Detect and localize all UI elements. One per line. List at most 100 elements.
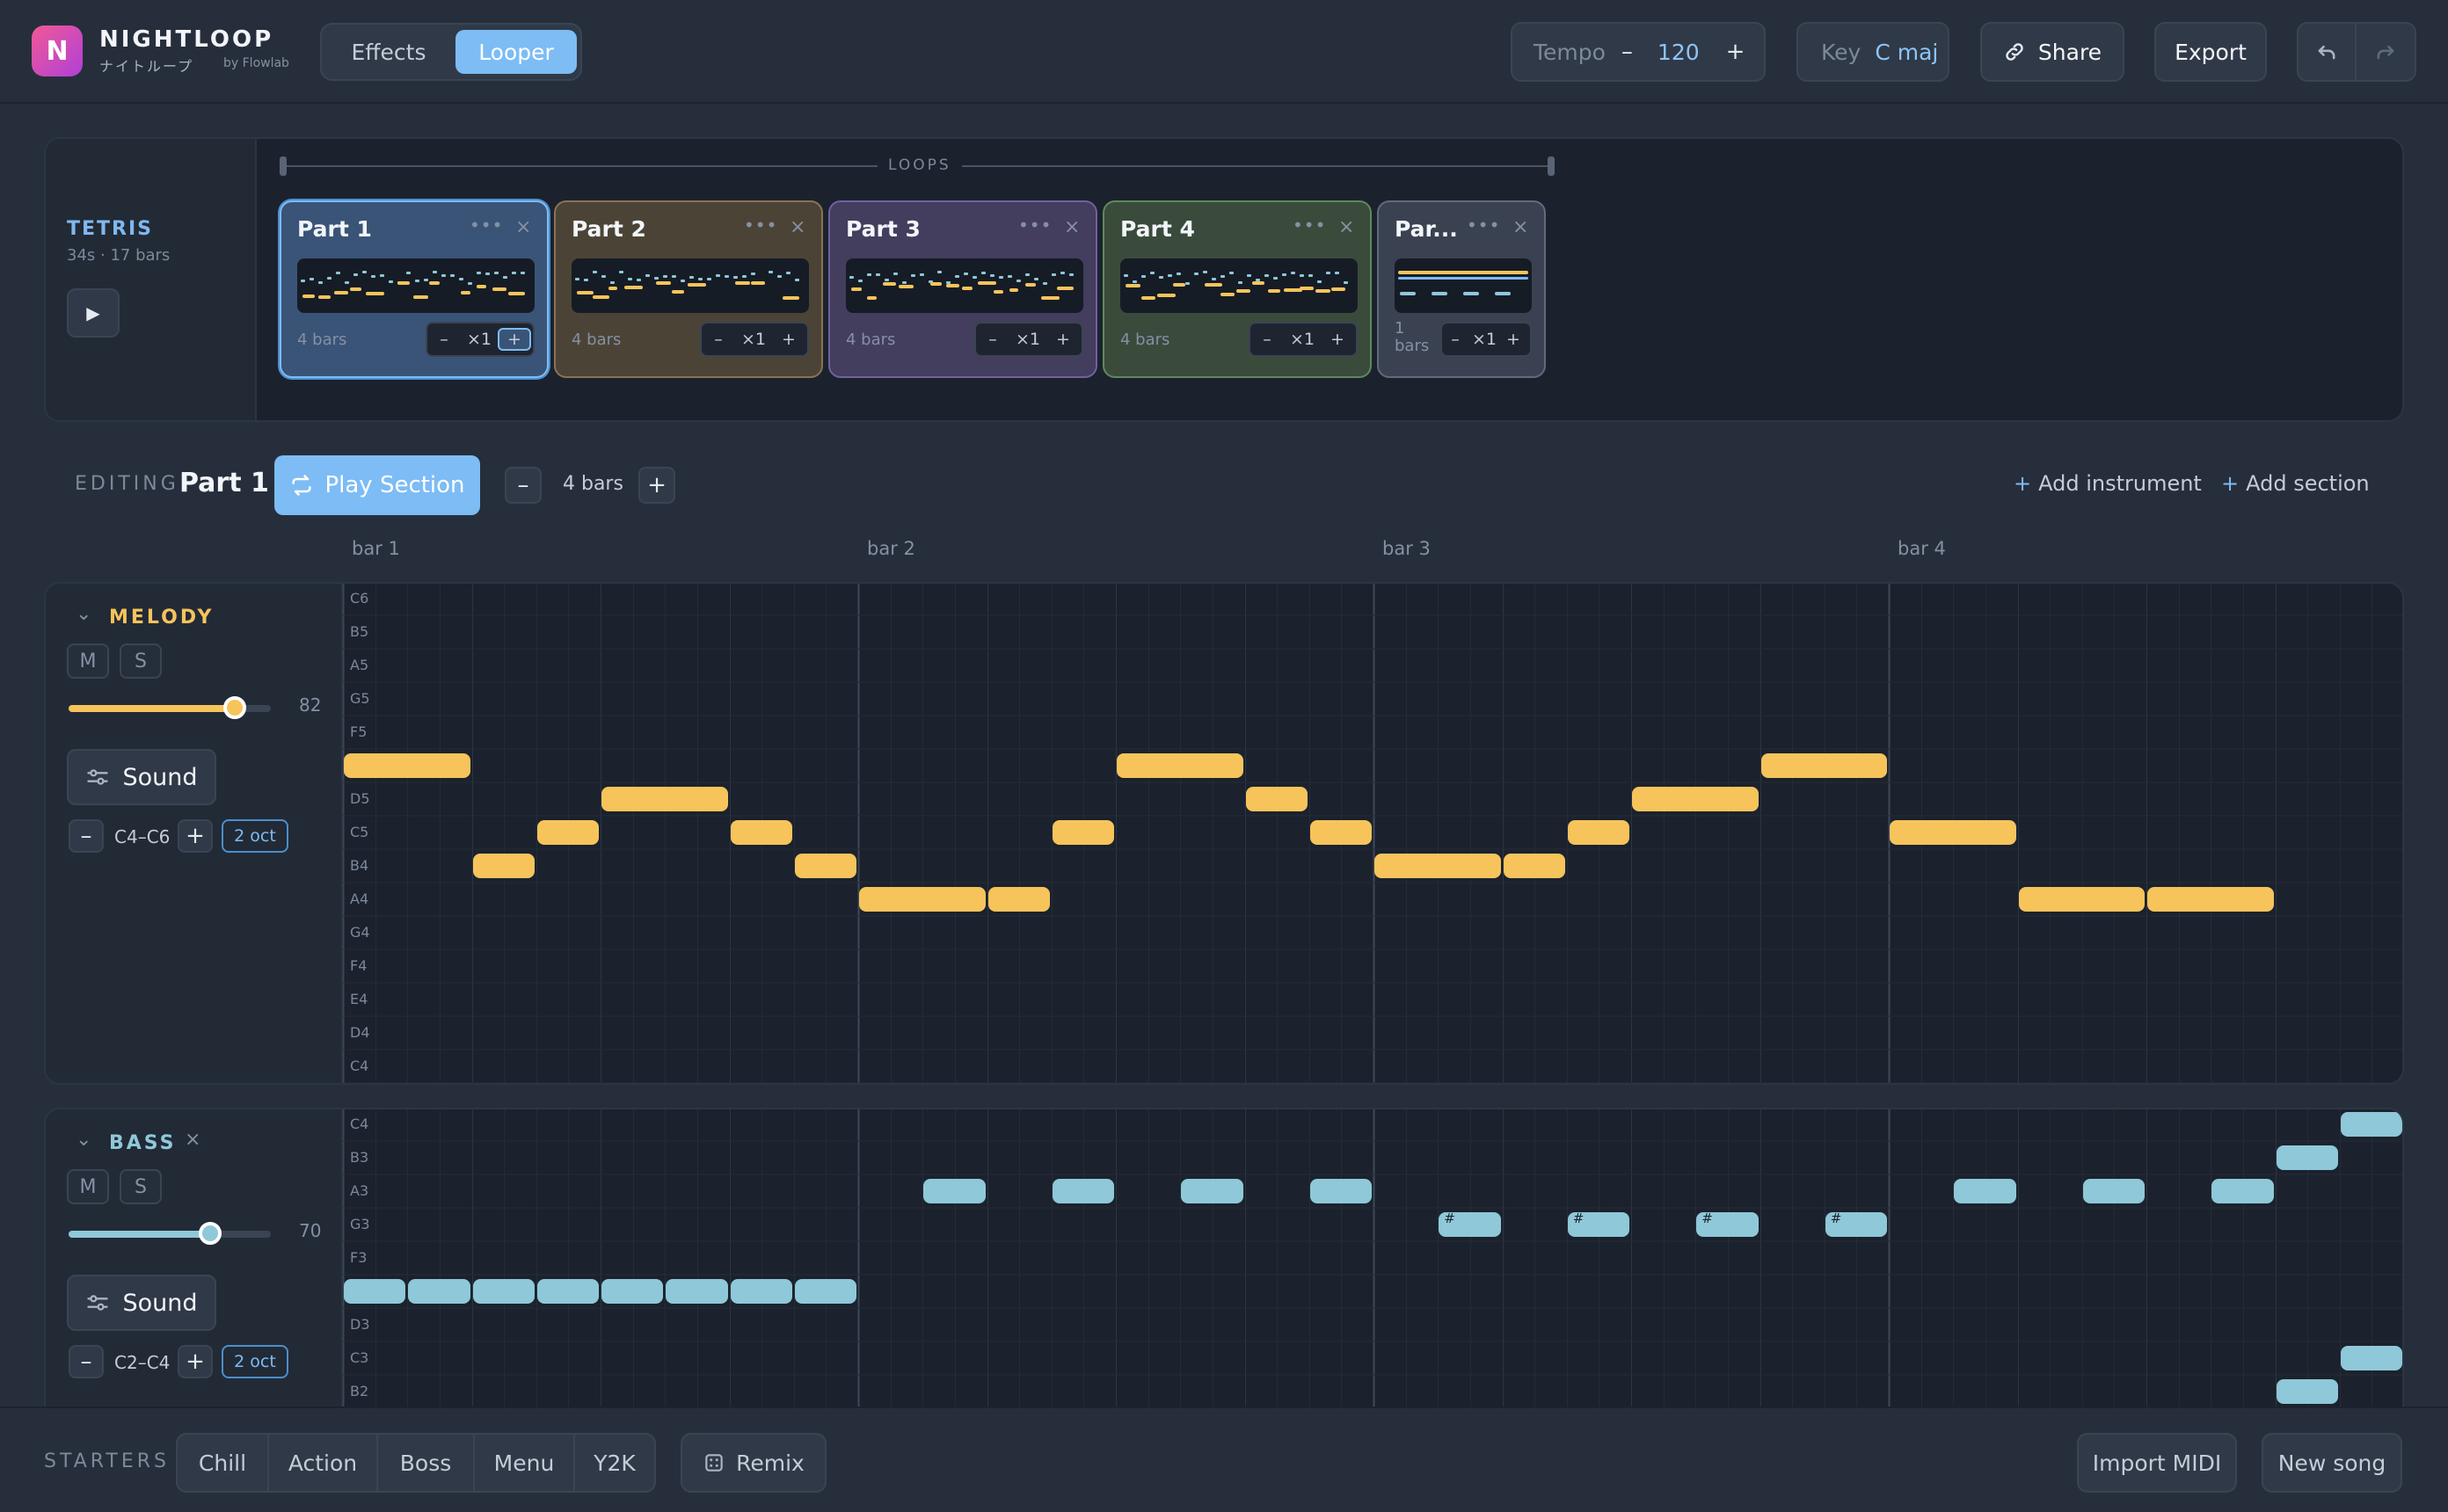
tempo-value[interactable]: 120 bbox=[1658, 40, 1700, 65]
note[interactable] bbox=[2018, 887, 2145, 912]
range-down-button[interactable]: – bbox=[69, 1345, 104, 1378]
sound-button[interactable]: Sound bbox=[67, 1275, 216, 1331]
chevron-down-icon[interactable]: ⌄ bbox=[76, 1129, 91, 1151]
note[interactable] bbox=[536, 820, 599, 845]
volume-knob[interactable] bbox=[199, 1222, 222, 1245]
note[interactable]: # bbox=[1825, 1210, 1887, 1237]
note[interactable] bbox=[408, 1279, 470, 1304]
octave-badge[interactable]: 2 oct bbox=[222, 819, 288, 853]
tab-looper[interactable]: Looper bbox=[455, 30, 577, 74]
note[interactable] bbox=[730, 820, 792, 845]
note[interactable] bbox=[1954, 1179, 2016, 1203]
volume-slider[interactable] bbox=[69, 1222, 271, 1245]
sound-button[interactable]: Sound bbox=[67, 749, 216, 805]
more-icon[interactable]: ••• bbox=[470, 214, 503, 236]
starter-menu[interactable]: Menu bbox=[475, 1435, 575, 1491]
note[interactable]: # bbox=[1567, 1210, 1629, 1237]
note[interactable] bbox=[601, 1279, 664, 1304]
close-icon[interactable]: × bbox=[1338, 216, 1354, 238]
loop-part-card[interactable]: Part 3 ••• × 4 bars – ×1 + bbox=[828, 200, 1097, 378]
close-icon[interactable]: × bbox=[1064, 216, 1080, 238]
tempo-decrease-button[interactable]: – bbox=[1621, 39, 1633, 65]
note[interactable]: # bbox=[1696, 1210, 1759, 1237]
note[interactable] bbox=[1052, 820, 1114, 845]
key-selector[interactable]: Key C maj bbox=[1796, 22, 1949, 82]
repeat-increase-button[interactable]: + bbox=[1046, 330, 1080, 349]
starter-action[interactable]: Action bbox=[269, 1435, 378, 1491]
note[interactable] bbox=[2147, 887, 2274, 912]
starter-boss[interactable]: Boss bbox=[378, 1435, 475, 1491]
import-midi-button[interactable]: Import MIDI bbox=[2077, 1433, 2237, 1493]
note[interactable]: # bbox=[1439, 1210, 1501, 1237]
note[interactable] bbox=[794, 1279, 856, 1304]
close-icon[interactable]: × bbox=[1512, 216, 1528, 238]
mute-button[interactable]: M bbox=[67, 1169, 109, 1204]
note[interactable] bbox=[1309, 1179, 1372, 1203]
note[interactable] bbox=[344, 753, 470, 778]
starter-chill[interactable]: Chill bbox=[178, 1435, 269, 1491]
bars-increase-button[interactable]: + bbox=[638, 467, 675, 504]
repeat-decrease-button[interactable]: – bbox=[1442, 330, 1468, 349]
note[interactable] bbox=[2211, 1179, 2274, 1203]
note[interactable] bbox=[666, 1279, 728, 1304]
octave-badge[interactable]: 2 oct bbox=[222, 1345, 288, 1378]
piano-roll-melody[interactable]: C6B5A5G5F5E5D5C5B4A4G4F4E4D4C4 bbox=[343, 584, 2402, 1083]
solo-button[interactable]: S bbox=[120, 1169, 162, 1204]
redo-button[interactable] bbox=[2357, 24, 2415, 80]
export-button[interactable]: Export bbox=[2154, 22, 2267, 82]
remix-button[interactable]: Remix bbox=[681, 1433, 827, 1493]
more-icon[interactable]: ••• bbox=[744, 214, 777, 236]
repeat-decrease-button[interactable]: – bbox=[1250, 330, 1284, 349]
note[interactable] bbox=[1309, 820, 1372, 845]
tab-effects[interactable]: Effects bbox=[327, 30, 450, 74]
add-section-button[interactable]: + Add section bbox=[2221, 471, 2370, 496]
repeat-increase-button[interactable]: + bbox=[498, 328, 531, 351]
note[interactable] bbox=[2082, 1179, 2145, 1203]
note[interactable] bbox=[859, 887, 986, 912]
close-icon[interactable]: × bbox=[185, 1129, 200, 1151]
range-up-button[interactable]: + bbox=[178, 1345, 213, 1378]
loop-part-card[interactable]: Par... ••• × 1 bars – ×1 + bbox=[1377, 200, 1546, 378]
volume-slider[interactable] bbox=[69, 696, 271, 719]
note[interactable] bbox=[1245, 787, 1308, 811]
repeat-increase-button[interactable]: + bbox=[1500, 330, 1526, 349]
bars-decrease-button[interactable]: – bbox=[505, 467, 542, 504]
note[interactable] bbox=[601, 787, 728, 811]
loop-part-card[interactable]: Part 1 ••• × 4 bars – ×1 + bbox=[280, 200, 549, 378]
repeat-decrease-button[interactable]: – bbox=[427, 330, 461, 349]
repeat-decrease-button[interactable]: – bbox=[976, 330, 1009, 349]
note[interactable] bbox=[1890, 820, 2016, 845]
volume-knob[interactable] bbox=[222, 696, 246, 719]
note[interactable] bbox=[472, 1279, 535, 1304]
loop-part-card[interactable]: Part 2 ••• × 4 bars – ×1 + bbox=[554, 200, 823, 378]
more-icon[interactable]: ••• bbox=[1018, 214, 1052, 236]
tempo-increase-button[interactable]: + bbox=[1726, 39, 1745, 65]
note[interactable] bbox=[1117, 753, 1243, 778]
more-icon[interactable]: ••• bbox=[1293, 214, 1326, 236]
note[interactable] bbox=[2340, 1346, 2402, 1370]
add-instrument-button[interactable]: + Add instrument bbox=[2014, 471, 2202, 496]
note[interactable] bbox=[472, 854, 535, 878]
range-down-button[interactable]: – bbox=[69, 819, 104, 853]
note[interactable] bbox=[1632, 787, 1759, 811]
note[interactable] bbox=[730, 1279, 792, 1304]
note[interactable] bbox=[2340, 1112, 2402, 1137]
play-section-button[interactable]: Play Section bbox=[274, 455, 480, 515]
undo-button[interactable] bbox=[2299, 24, 2357, 80]
note[interactable] bbox=[2276, 1379, 2338, 1404]
starter-y2k[interactable]: Y2K bbox=[575, 1435, 654, 1491]
chevron-down-icon[interactable]: ⌄ bbox=[76, 603, 91, 625]
note[interactable] bbox=[1181, 1179, 1243, 1203]
close-icon[interactable]: × bbox=[790, 216, 805, 238]
repeat-increase-button[interactable]: + bbox=[1321, 330, 1354, 349]
note[interactable] bbox=[794, 854, 856, 878]
share-button[interactable]: Share bbox=[1980, 22, 2124, 82]
note[interactable] bbox=[536, 1279, 599, 1304]
mute-button[interactable]: M bbox=[67, 643, 109, 679]
more-icon[interactable]: ••• bbox=[1467, 214, 1500, 236]
repeat-decrease-button[interactable]: – bbox=[702, 330, 735, 349]
note[interactable] bbox=[1374, 854, 1501, 878]
note[interactable] bbox=[987, 887, 1050, 912]
note[interactable] bbox=[1052, 1179, 1114, 1203]
new-song-button[interactable]: New song bbox=[2262, 1433, 2402, 1493]
